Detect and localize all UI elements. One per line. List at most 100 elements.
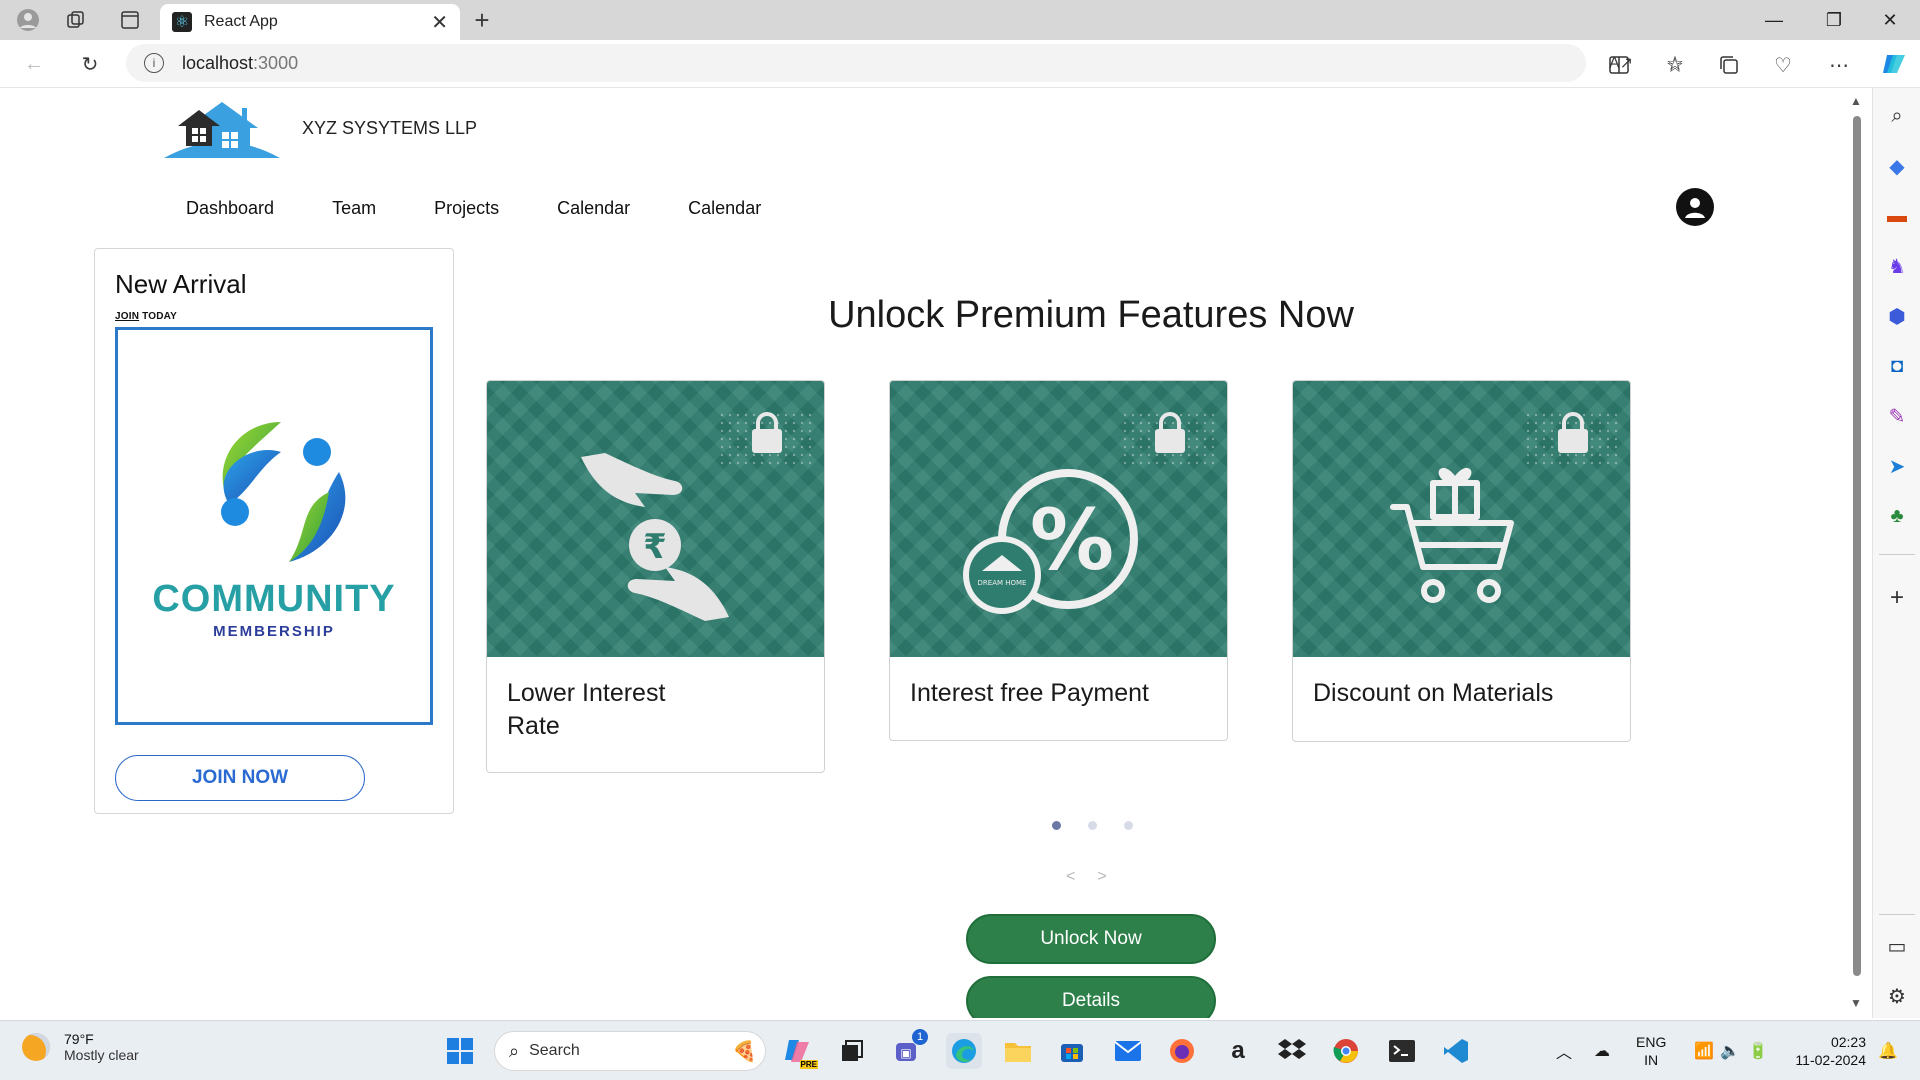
nav-dashboard[interactable]: Dashboard: [186, 198, 274, 219]
workspaces-icon[interactable]: [62, 6, 90, 34]
feature-caption: Lower Interest Rate: [507, 679, 666, 740]
favorites-icon[interactable]: ☆: [1660, 50, 1690, 80]
nav-projects[interactable]: Projects: [434, 198, 499, 219]
nav-team[interactable]: Team: [332, 198, 376, 219]
browser-tab-bar: ⚛ React App ✕ + — ❐ ✕: [0, 0, 1920, 40]
sidebar-games-icon[interactable]: ♞: [1881, 250, 1913, 282]
membership-text: MEMBERSHIP: [213, 623, 335, 640]
new-tab-icon[interactable]: +: [468, 5, 496, 35]
weather-widget[interactable]: 79°F Mostly clear: [22, 1031, 139, 1063]
language-indicator[interactable]: ENG IN: [1636, 1033, 1666, 1069]
profile-icon[interactable]: [14, 6, 42, 34]
sidebar-tools-icon[interactable]: ▬: [1881, 200, 1913, 232]
weather-temp: 79°F: [64, 1031, 94, 1047]
lock-icon: [752, 412, 782, 453]
gift-cart-icon: [1390, 468, 1514, 603]
file-explorer-icon[interactable]: [1000, 1033, 1036, 1069]
scrollbar-thumb[interactable]: [1853, 116, 1861, 976]
task-view-icon[interactable]: [834, 1033, 870, 1069]
amazon-icon[interactable]: a: [1220, 1033, 1256, 1069]
search-highlight-icon: 🍕: [732, 1040, 757, 1063]
split-screen-icon[interactable]: [1604, 50, 1634, 80]
tab-actions-icon[interactable]: [116, 6, 144, 34]
brand-name: XYZ SYSYTEMS LLP: [302, 118, 478, 138]
percent-icon: % DREAM HOME: [963, 469, 1138, 614]
sidebar-shopping-icon[interactable]: ◆: [1881, 150, 1913, 182]
community-people-icon: [221, 422, 346, 562]
terminal-icon[interactable]: [1384, 1033, 1420, 1069]
premium-title: Unlock Premium Features Now: [828, 294, 1354, 336]
restore-icon[interactable]: ❐: [1806, 0, 1862, 40]
join-now-button[interactable]: JOIN NOW: [115, 755, 365, 801]
battery-icon[interactable]: 🔋: [1740, 1033, 1776, 1069]
user-avatar-icon[interactable]: [1676, 188, 1714, 226]
notifications-icon[interactable]: 🔔: [1870, 1033, 1906, 1069]
sidebar-tree-icon[interactable]: ♣: [1881, 500, 1913, 532]
sidebar-divider: [1879, 554, 1915, 555]
more-menu-icon[interactable]: ⋯: [1824, 50, 1854, 80]
sidebar-send-icon[interactable]: ➤: [1881, 450, 1913, 482]
browser-essentials-icon[interactable]: ♡: [1768, 50, 1798, 80]
feature-caption: Interest free Payment: [910, 679, 1150, 707]
carousel-next[interactable]: >: [1097, 868, 1106, 886]
start-icon[interactable]: [442, 1033, 478, 1069]
vscode-icon[interactable]: [1438, 1033, 1474, 1069]
sidebar-microsoft365-icon[interactable]: ⬢: [1881, 300, 1913, 332]
sidebar-designer-icon[interactable]: ✎: [1881, 400, 1913, 432]
tab-react-app[interactable]: ⚛ React App ✕: [160, 4, 460, 40]
sidebar-hide-icon[interactable]: ▭: [1881, 930, 1913, 962]
carousel-dot-3[interactable]: [1124, 821, 1133, 830]
edge-sidebar: ⌕ ◆ ▬ ♞ ⬢ ◘ ✎ ➤ ♣ + ▭ ⚙: [1872, 88, 1920, 1018]
feature-card-lower-interest[interactable]: ₹ Lower Interest Rate: [486, 380, 825, 773]
rupee-hands-icon: ₹: [581, 453, 729, 621]
show-hidden-icons[interactable]: ︿: [1546, 1033, 1582, 1069]
unlock-now-button[interactable]: Unlock Now: [966, 914, 1216, 964]
url-field[interactable]: i localhost:3000 A↗ ☆: [126, 44, 1684, 82]
feature-card-discount[interactable]: Discount on Materials: [1292, 380, 1631, 742]
clock[interactable]: 02:23 11-02-2024: [1786, 1033, 1866, 1069]
firefox-icon[interactable]: [1164, 1033, 1200, 1069]
refresh-icon[interactable]: ↻: [76, 50, 104, 78]
carousel-dot-2[interactable]: [1088, 821, 1097, 830]
lock-icon: [1155, 412, 1185, 453]
feature-card-interest-free[interactable]: % DREAM HOME Interest free Payment: [889, 380, 1228, 741]
scroll-up-icon[interactable]: ▲: [1850, 94, 1862, 108]
store-icon[interactable]: [1054, 1033, 1090, 1069]
react-icon: ⚛: [172, 12, 192, 32]
carousel-prev[interactable]: <: [1066, 868, 1075, 886]
close-window-icon[interactable]: ✕: [1862, 0, 1918, 40]
carousel-dot-1[interactable]: [1052, 821, 1061, 830]
chrome-icon[interactable]: [1328, 1033, 1364, 1069]
feature-caption: Discount on Materials: [1313, 679, 1554, 707]
nav-calendar-2[interactable]: Calendar: [688, 198, 761, 219]
sidebar-settings-icon[interactable]: ⚙: [1881, 980, 1913, 1012]
address-bar-row: ← ↻ i localhost:3000 A↗ ☆ ☆ ♡ ⋯: [0, 40, 1920, 88]
collections-icon[interactable]: [1714, 50, 1744, 80]
sidebar-search-icon[interactable]: ⌕: [1881, 100, 1913, 132]
clock-time: 02:23: [1830, 1034, 1866, 1050]
taskbar-search[interactable]: ⌕ Search 🍕: [494, 1031, 766, 1071]
back-icon[interactable]: ←: [20, 50, 48, 78]
details-button[interactable]: Details: [966, 976, 1216, 1018]
feature-image: % DREAM HOME: [890, 381, 1227, 657]
sidebar-add-icon[interactable]: +: [1881, 582, 1913, 614]
mail-icon[interactable]: [1110, 1033, 1146, 1069]
page-scrollbar[interactable]: ▲ ▼: [1848, 94, 1866, 1014]
search-label: Search: [529, 1042, 580, 1059]
nav-calendar[interactable]: Calendar: [557, 198, 630, 219]
onedrive-icon[interactable]: ☁: [1584, 1033, 1620, 1069]
minimize-icon[interactable]: —: [1746, 0, 1802, 40]
dropbox-icon[interactable]: [1274, 1033, 1310, 1069]
teams-icon[interactable]: ▣ 1: [890, 1029, 928, 1069]
copilot-icon[interactable]: [1878, 48, 1910, 80]
svg-text:%: %: [1030, 491, 1114, 589]
main-nav: Dashboard Team Projects Calendar Calenda…: [186, 198, 819, 219]
weather-desc: Mostly clear: [64, 1047, 139, 1063]
close-tab-icon[interactable]: ✕: [431, 10, 448, 35]
edge-taskbar-icon[interactable]: [946, 1033, 982, 1069]
windows-taskbar: 79°F Mostly clear ⌕ Search 🍕 PRE ▣ 1 a ︿…: [0, 1020, 1920, 1080]
site-info-icon[interactable]: i: [144, 53, 164, 73]
sidebar-outlook-icon[interactable]: ◘: [1881, 350, 1913, 382]
scroll-down-icon[interactable]: ▼: [1850, 996, 1862, 1010]
copilot-taskbar-icon[interactable]: PRE: [780, 1033, 818, 1069]
